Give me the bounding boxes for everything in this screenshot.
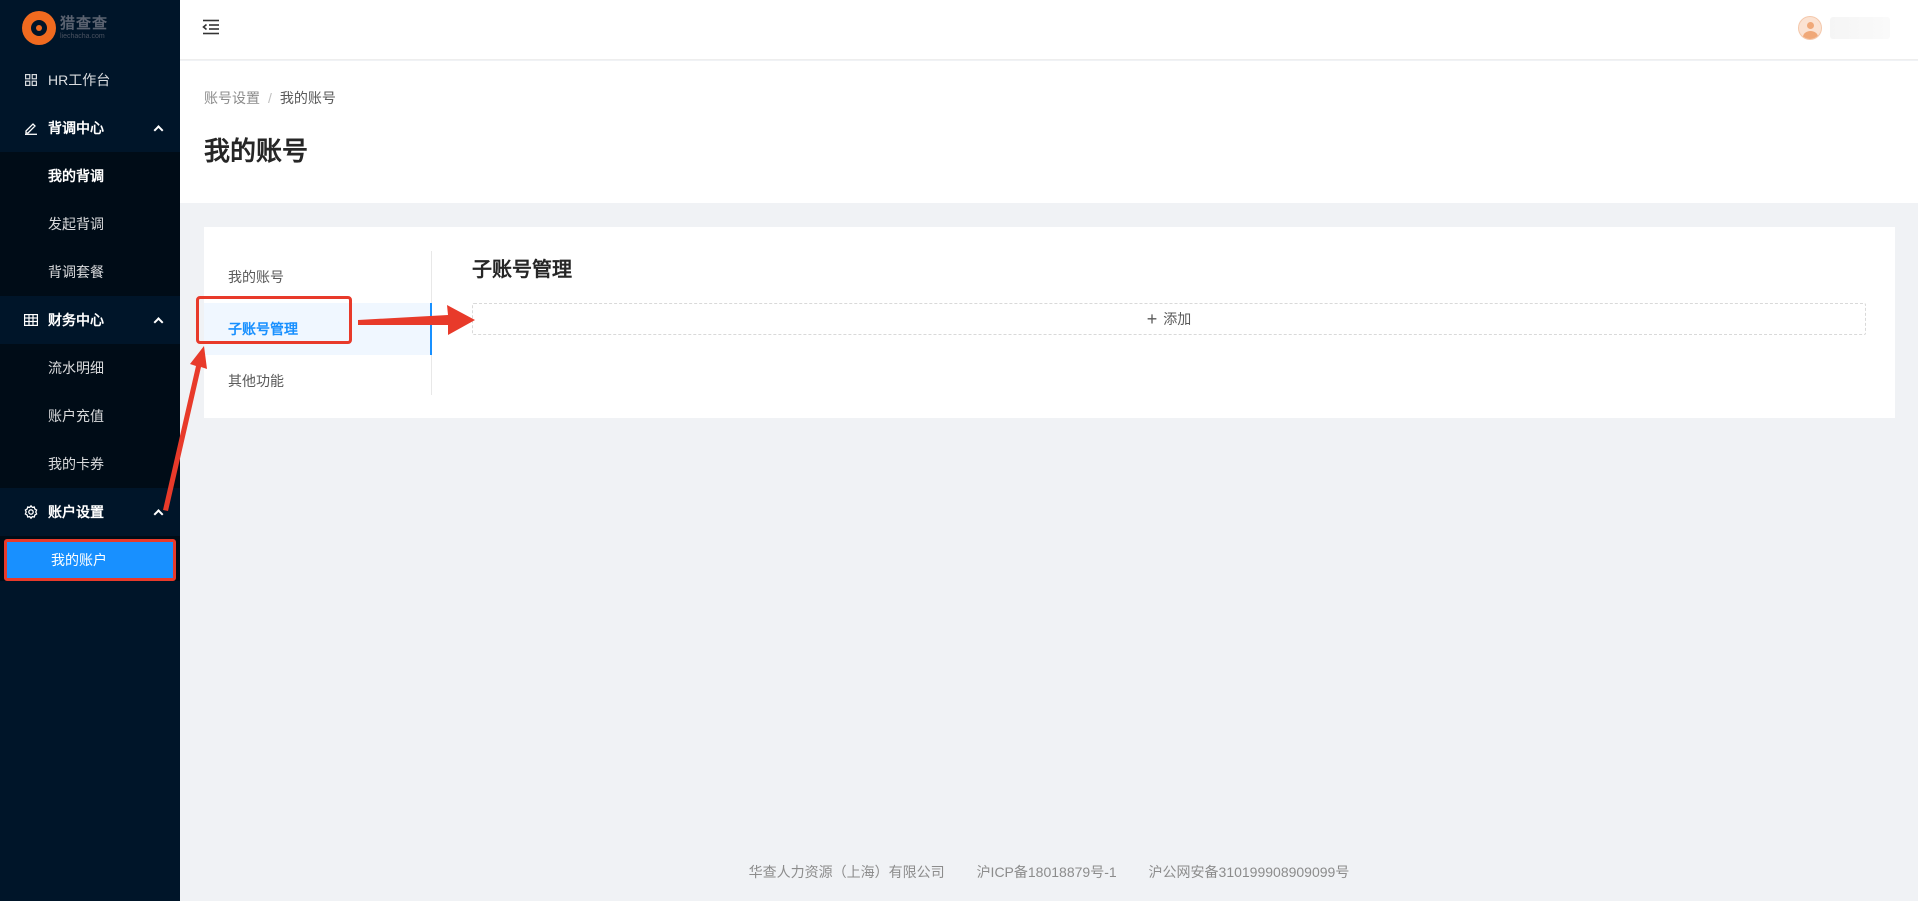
menu-fold-icon[interactable] [202,19,220,35]
sidebar-group-background-check[interactable]: 背调中心 [0,104,180,152]
avatar [1798,16,1822,40]
content-title: 子账号管理 [472,259,572,281]
sidebar-group-label: 背调中心 [48,120,104,136]
sidebar-item-recharge[interactable]: 账户充值 [0,392,180,440]
sidebar: 猎查查 liechacha.com HR工作台 背调中心 我的背调 发起背调 背… [0,0,180,901]
sidebar-item-my-account[interactable]: 我的账户 [4,539,176,581]
annotation-highlight-box [196,296,352,344]
plus-icon: + [1146,309,1158,329]
sidebar-item-label: HR工作台 [48,72,111,88]
breadcrumb-separator: / [268,90,272,106]
logo-domain: liechacha.com [60,33,105,40]
chevron-up-icon [153,317,164,328]
sidebar-item-coupons[interactable]: 我的卡券 [0,440,180,488]
dashboard-icon [24,73,38,87]
submenu-account-settings: 我的账户 [0,536,180,581]
edit-icon [24,121,38,135]
top-header [180,0,1918,60]
logo-name: 猎查查 [60,15,109,32]
breadcrumb: 账号设置 / 我的账号 [204,88,336,108]
sidebar-item-start-check[interactable]: 发起背调 [0,200,180,248]
user-name [1830,17,1890,39]
sidebar-group-account-settings[interactable]: 账户设置 [0,488,180,536]
sidebar-group-label: 财务中心 [48,312,104,328]
breadcrumb-current: 我的账号 [279,90,336,106]
add-button-label: 添加 [1163,311,1192,327]
sidebar-item-my-checks[interactable]: 我的背调 [0,152,180,200]
chevron-up-icon [153,125,164,136]
gear-icon [24,505,38,519]
sidebar-item-workbench[interactable]: HR工作台 [0,56,180,104]
submenu-finance: 流水明细 账户充值 我的卡券 [0,344,180,488]
user-menu[interactable] [1798,16,1890,40]
sidebar-item-transactions[interactable]: 流水明细 [0,344,180,392]
add-sub-account-button[interactable]: + 添加 [472,303,1866,335]
footer-icp[interactable]: 沪ICP备18018879号-1 [977,864,1117,880]
footer-police[interactable]: 沪公网安备310199908909099号 [1149,864,1350,880]
table-icon [24,313,38,327]
sidebar-group-label: 账户设置 [48,504,104,520]
logo[interactable]: 猎查查 liechacha.com [0,0,180,56]
breadcrumb-parent[interactable]: 账号设置 [204,90,260,106]
page-header: 账号设置 / 我的账号 我的账号 [180,61,1918,203]
logo-mark-icon [22,11,56,45]
footer: 华查人力资源（上海）有限公司 沪ICP备18018879号-1 沪公网安备310… [180,862,1918,882]
chevron-up-icon [153,509,164,520]
account-menu-item-other[interactable]: 其他功能 [204,355,431,407]
footer-company: 华查人力资源（上海）有限公司 [748,864,945,880]
account-card: 我的账号 子账号管理 其他功能 子账号管理 + 添加 [204,227,1895,418]
submenu-background-check: 我的背调 发起背调 背调套餐 [0,152,180,296]
sidebar-group-finance[interactable]: 财务中心 [0,296,180,344]
page-title: 我的账号 [204,136,309,166]
sidebar-item-check-packages[interactable]: 背调套餐 [0,248,180,296]
